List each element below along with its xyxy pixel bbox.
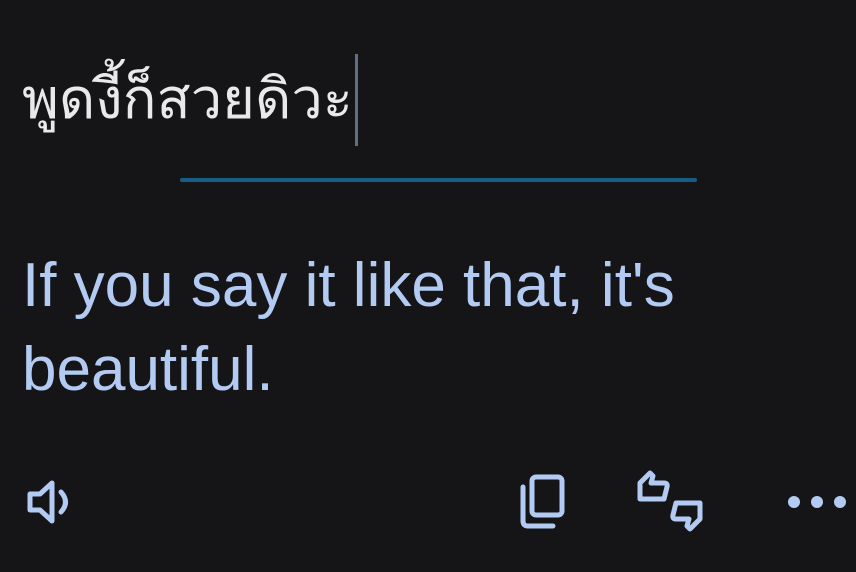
speaker-icon [27, 480, 68, 524]
feedback-button[interactable] [632, 468, 708, 534]
text-cursor [354, 54, 358, 146]
more-options-button[interactable] [782, 480, 852, 524]
listen-button[interactable] [22, 472, 82, 532]
more-options-icon [788, 496, 846, 508]
source-text[interactable]: พูดงี้ก็สวยดิวะ [22, 52, 353, 148]
thumbs-feedback-icon [637, 470, 703, 532]
translation-text: If you say it like that, it's beautiful. [22, 251, 675, 404]
copy-button[interactable] [512, 470, 570, 532]
copy-icon [520, 474, 565, 529]
divider [180, 178, 697, 182]
source-input-area[interactable]: พูดงี้ก็สวยดิวะ [22, 52, 358, 148]
